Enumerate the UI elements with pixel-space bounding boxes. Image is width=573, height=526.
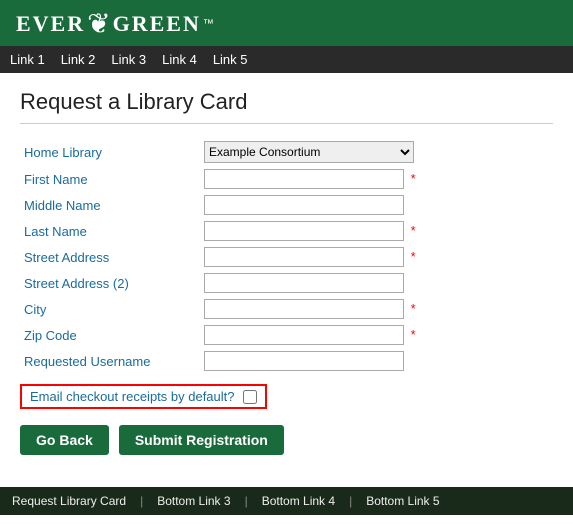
- required-indicator: *: [411, 301, 416, 316]
- footer-link-bottom-3[interactable]: Bottom Link 3: [157, 494, 230, 508]
- field-input-cell-first-name: *: [200, 166, 553, 192]
- field-label-middle-name: Middle Name: [20, 192, 200, 218]
- footer-separator: |: [349, 494, 352, 508]
- field-input-cell-street-address-2: [200, 270, 553, 296]
- page-title: Request a Library Card: [20, 89, 553, 115]
- footer-separator: |: [140, 494, 143, 508]
- field-input-cell-middle-name: [200, 192, 553, 218]
- title-divider: [20, 123, 553, 124]
- nav-link-3[interactable]: Link 3: [111, 52, 146, 67]
- table-row: Zip Code *: [20, 322, 553, 348]
- email-checkout-wrapper: Email checkout receipts by default?: [20, 384, 267, 409]
- field-label-last-name: Last Name: [20, 218, 200, 244]
- header: EVER ❦ GREEN ™: [0, 0, 573, 46]
- street-address-2-input[interactable]: [204, 273, 404, 293]
- field-input-cell-street-address: *: [200, 244, 553, 270]
- footer-link-request-library-card[interactable]: Request Library Card: [12, 494, 126, 508]
- table-row: Home Library Example Consortium: [20, 138, 553, 166]
- required-indicator: *: [411, 223, 416, 238]
- required-indicator: *: [411, 249, 416, 264]
- footer-link-bottom-5[interactable]: Bottom Link 5: [366, 494, 439, 508]
- field-input-cell-username: [200, 348, 553, 374]
- email-checkout-checkbox[interactable]: [243, 390, 257, 404]
- logo-text-before: EVER: [16, 11, 85, 37]
- field-input-cell-zip-code: *: [200, 322, 553, 348]
- field-label-username: Requested Username: [20, 348, 200, 374]
- logo-leaf-icon: ❦: [87, 10, 110, 38]
- field-input-cell-city: *: [200, 296, 553, 322]
- main-content: Request a Library Card Home Library Exam…: [0, 73, 573, 471]
- table-row: City *: [20, 296, 553, 322]
- last-name-input[interactable]: [204, 221, 404, 241]
- field-label-street-address: Street Address: [20, 244, 200, 270]
- table-row: Street Address *: [20, 244, 553, 270]
- email-checkout-label: Email checkout receipts by default?: [30, 389, 235, 404]
- logo-text-after: GREEN: [113, 11, 201, 37]
- logo-trademark: ™: [203, 18, 214, 30]
- field-label-city: City: [20, 296, 200, 322]
- zip-code-input[interactable]: [204, 325, 404, 345]
- registration-form: Home Library Example Consortium First Na…: [20, 138, 553, 374]
- nav-link-2[interactable]: Link 2: [61, 52, 96, 67]
- email-checkout-row: Email checkout receipts by default?: [20, 380, 553, 413]
- form-buttons: Go Back Submit Registration: [20, 425, 553, 455]
- city-input[interactable]: [204, 299, 404, 319]
- table-row: First Name *: [20, 166, 553, 192]
- required-indicator: *: [411, 171, 416, 186]
- field-input-cell-home-library: Example Consortium: [200, 138, 553, 166]
- field-label-first-name: First Name: [20, 166, 200, 192]
- field-label-street-address-2: Street Address (2): [20, 270, 200, 296]
- middle-name-input[interactable]: [204, 195, 404, 215]
- nav-link-1[interactable]: Link 1: [10, 52, 45, 67]
- field-label-zip-code: Zip Code: [20, 322, 200, 348]
- table-row: Street Address (2): [20, 270, 553, 296]
- table-row: Middle Name: [20, 192, 553, 218]
- navbar: Link 1 Link 2 Link 3 Link 4 Link 5: [0, 46, 573, 73]
- logo: EVER ❦ GREEN ™: [16, 10, 214, 38]
- username-input[interactable]: [204, 351, 404, 371]
- table-row: Last Name *: [20, 218, 553, 244]
- nav-link-4[interactable]: Link 4: [162, 52, 197, 67]
- footer: Request Library Card | Bottom Link 3 | B…: [0, 487, 573, 515]
- go-back-button[interactable]: Go Back: [20, 425, 109, 455]
- field-label-home-library: Home Library: [20, 138, 200, 166]
- home-library-select[interactable]: Example Consortium: [204, 141, 414, 163]
- field-input-cell-last-name: *: [200, 218, 553, 244]
- footer-separator: |: [245, 494, 248, 508]
- street-address-input[interactable]: [204, 247, 404, 267]
- table-row: Requested Username: [20, 348, 553, 374]
- submit-registration-button[interactable]: Submit Registration: [119, 425, 284, 455]
- required-indicator: *: [411, 327, 416, 342]
- footer-link-bottom-4[interactable]: Bottom Link 4: [262, 494, 335, 508]
- first-name-input[interactable]: [204, 169, 404, 189]
- nav-link-5[interactable]: Link 5: [213, 52, 248, 67]
